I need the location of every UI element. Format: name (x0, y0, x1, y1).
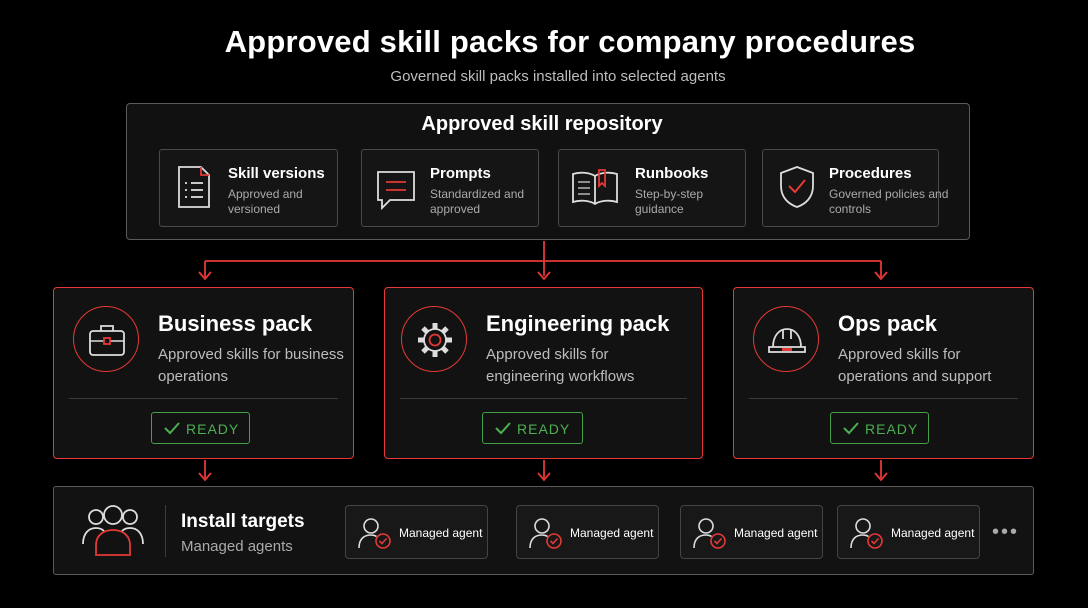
repo-card-skill-versions[interactable]: Skill versions Approved and versioned (159, 149, 338, 227)
ready-badge: READY (151, 412, 250, 444)
pack-icon-circle (401, 306, 467, 372)
pack-desc: Approved skills for business operations (158, 346, 344, 385)
business-pack-card[interactable]: Business pack Approved skills for busine… (53, 287, 354, 459)
repo-card-procedures[interactable]: Procedures Governed policies and control… (762, 149, 948, 227)
targets-title: Install targets (181, 511, 305, 532)
agent-check-icon (850, 518, 883, 549)
managed-agent-card[interactable]: Managed agent (837, 505, 980, 559)
engineering-pack-card[interactable]: Engineering pack Approved skills for eng… (384, 287, 703, 459)
targets-subtitle: Managed agents (181, 538, 293, 555)
managed-agent-card[interactable]: Managed agent (516, 505, 659, 559)
status-label: READY (865, 421, 919, 437)
agent-check-icon (693, 518, 726, 549)
pack-icon-circle (753, 306, 819, 372)
check-icon (495, 422, 511, 435)
ready-badge: READY (830, 412, 929, 444)
divider (69, 398, 338, 399)
gear-icon (418, 323, 452, 357)
repository-title: Approved skill repository (421, 113, 663, 135)
shield-check-icon (780, 166, 814, 208)
repo-card-desc: Governed policies and controls (829, 187, 949, 216)
ready-badge: READY (482, 412, 583, 444)
repo-card-title: Prompts (430, 165, 491, 182)
agent-label: Managed agent (399, 526, 483, 540)
divider (400, 398, 687, 399)
divider (749, 398, 1018, 399)
install-targets-panel: Install targets Managed agents Managed a… (53, 486, 1034, 575)
status-label: READY (517, 421, 571, 437)
divider (165, 505, 166, 557)
managed-agent-card[interactable]: Managed agent (345, 505, 488, 559)
briefcase-icon (89, 325, 125, 356)
status-label: READY (186, 421, 240, 437)
pack-title: Engineering pack (486, 311, 670, 336)
pack-desc: Approved skills for engineering workflow… (486, 346, 635, 385)
user-group-icon (82, 505, 144, 556)
pack-title: Business pack (158, 311, 313, 336)
managed-agent-card[interactable]: Managed agent (680, 505, 823, 559)
hard-hat-icon (768, 328, 806, 353)
repo-card-title: Runbooks (635, 165, 709, 182)
agent-check-icon (529, 518, 562, 549)
document-list-icon (178, 166, 210, 208)
repo-card-title: Procedures (829, 165, 912, 182)
repo-card-desc: Standardized and approved (430, 187, 525, 216)
ops-pack-card[interactable]: Ops pack Approved skills for operations … (733, 287, 1034, 459)
pack-desc: Approved skills for operations and suppo… (838, 346, 992, 385)
agent-check-icon (358, 518, 391, 549)
repo-card-prompts[interactable]: Prompts Standardized and approved (361, 149, 539, 227)
check-icon (164, 422, 180, 435)
more-agents-ellipsis[interactable]: ••• (992, 521, 1019, 544)
pack-icon-circle (73, 306, 139, 372)
agent-label: Managed agent (891, 526, 975, 540)
pack-title: Ops pack (838, 311, 938, 336)
repo-card-runbooks[interactable]: Runbooks Step-by-step guidance (558, 149, 746, 227)
repo-card-title: Skill versions (228, 165, 325, 182)
open-book-icon (572, 169, 618, 206)
chat-bubble-icon (377, 171, 415, 210)
repo-card-desc: Approved and versioned (228, 187, 303, 216)
check-icon (843, 422, 859, 435)
agent-label: Managed agent (734, 526, 818, 540)
repo-card-desc: Step-by-step guidance (635, 187, 704, 216)
agent-label: Managed agent (570, 526, 654, 540)
